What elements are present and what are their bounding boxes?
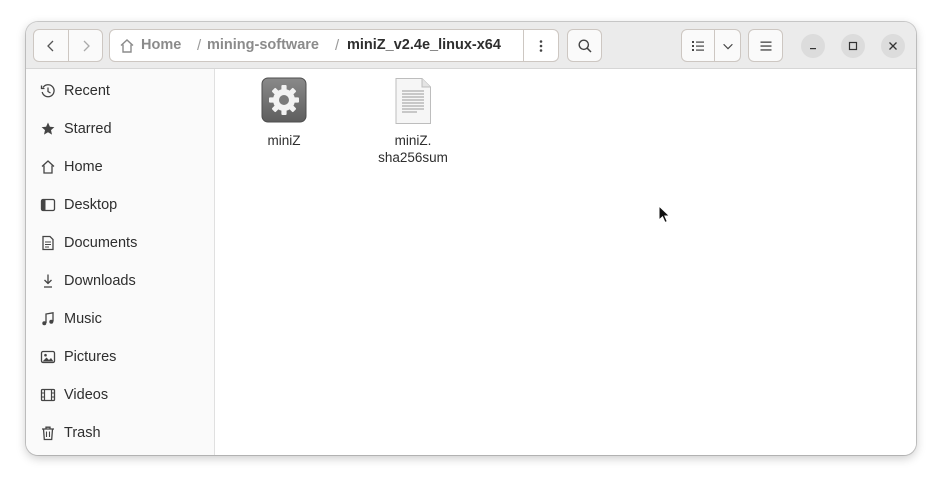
sidebar-item-label: Music — [64, 311, 102, 327]
minimize-button[interactable] — [801, 34, 825, 58]
text-file-icon — [395, 78, 431, 124]
file-name: miniZ. — [394, 133, 432, 148]
search-icon — [578, 39, 592, 53]
chevron-right-icon — [83, 40, 90, 51]
maximize-icon — [848, 41, 858, 51]
file-name: miniZ — [267, 133, 301, 148]
breadcrumb-separator: / — [197, 37, 202, 54]
mouse-pointer-icon — [658, 205, 671, 224]
sidebar-item-pictures[interactable]: Pictures — [26, 338, 214, 376]
sidebar-item-downloads[interactable]: Downloads — [26, 262, 214, 300]
sidebar: Recent Starred Home Desktop Documents Do… — [26, 69, 215, 455]
file-view: miniZ miniZ. sha256sum — [215, 69, 916, 455]
view-options-dropdown[interactable] — [715, 30, 740, 61]
sidebar-item-label: Trash — [64, 425, 101, 441]
back-button[interactable] — [34, 30, 69, 61]
sidebar-item-label: Documents — [64, 235, 138, 251]
sidebar-item-desktop[interactable]: Desktop — [26, 186, 214, 224]
sidebar-item-documents[interactable]: Documents — [26, 224, 214, 262]
sidebar-item-trash[interactable]: Trash — [26, 414, 214, 452]
sidebar-item-home[interactable]: Home — [26, 148, 214, 186]
executable-gear-icon — [261, 77, 307, 123]
search-button[interactable] — [567, 29, 602, 62]
sidebar-item-label: Downloads — [64, 273, 136, 289]
nav-button-group — [33, 29, 103, 62]
hamburger-menu-icon — [760, 41, 771, 51]
desktop-icon — [40, 198, 56, 212]
download-icon — [44, 274, 52, 288]
path-bar: Home / mining-software / miniZ_v2.4e_lin… — [109, 29, 559, 62]
trash-icon — [42, 426, 54, 441]
headerbar: Home / mining-software / miniZ_v2.4e_lin… — [26, 22, 916, 69]
sidebar-item-label: Videos — [64, 387, 109, 403]
sidebar-item-starred[interactable]: Starred — [26, 110, 214, 148]
file-item-miniz[interactable]: miniZ — [229, 77, 339, 157]
maximize-button[interactable] — [841, 34, 865, 58]
chevron-left-icon — [47, 40, 54, 51]
star-icon — [41, 122, 55, 135]
file-item-miniz-sha256sum[interactable]: miniZ. sha256sum — [358, 77, 468, 182]
sidebar-item-label: Home — [64, 159, 103, 175]
sidebar-item-label: Recent — [64, 83, 110, 99]
list-view-icon — [692, 40, 704, 51]
document-icon — [42, 235, 54, 251]
video-icon — [40, 388, 56, 402]
vertical-dots-icon — [539, 39, 543, 52]
music-icon — [42, 312, 54, 326]
sidebar-item-label: Starred — [64, 121, 112, 137]
file-manager-window: Home / mining-software / miniZ_v2.4e_lin… — [26, 22, 916, 455]
breadcrumb-home[interactable]: Home — [141, 30, 181, 61]
clock-icon — [40, 84, 55, 98]
breadcrumb-separator: / — [335, 37, 340, 54]
sidebar-item-label: Pictures — [64, 349, 117, 365]
chevron-down-icon — [722, 43, 733, 49]
list-view-button[interactable] — [682, 30, 715, 61]
sidebar-item-label: Desktop — [64, 197, 118, 213]
home-icon — [120, 39, 134, 53]
file-name: sha256sum — [378, 150, 448, 165]
sidebar-item-music[interactable]: Music — [26, 300, 214, 338]
breadcrumb-mining-software[interactable]: mining-software — [207, 30, 319, 61]
path-menu-button[interactable] — [523, 30, 558, 61]
main-menu-button[interactable] — [748, 29, 783, 62]
close-button[interactable] — [881, 34, 905, 58]
breadcrumb-current-folder[interactable]: miniZ_v2.4e_linux-x64 — [347, 30, 501, 61]
home-icon — [41, 160, 55, 174]
close-icon — [889, 42, 897, 50]
minimize-icon — [810, 48, 816, 50]
forward-button[interactable] — [69, 30, 103, 61]
view-button-group — [681, 29, 741, 62]
picture-icon — [40, 350, 56, 364]
sidebar-item-recent[interactable]: Recent — [26, 72, 214, 110]
sidebar-item-videos[interactable]: Videos — [26, 376, 214, 414]
